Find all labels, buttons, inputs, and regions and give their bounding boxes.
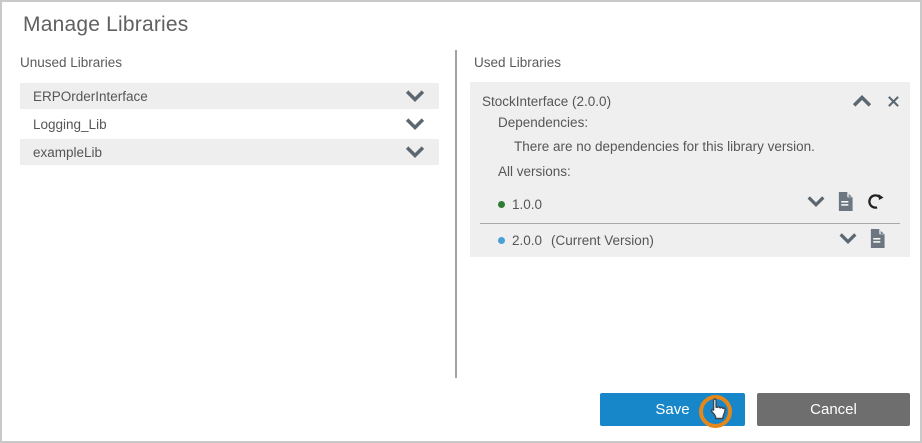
version-divider: [480, 223, 900, 224]
chevron-up-icon[interactable]: [851, 94, 873, 108]
panel-divider: [455, 50, 457, 378]
restore-version-icon[interactable]: [865, 191, 886, 217]
library-name: exampleLib: [20, 145, 404, 160]
used-libraries-label: Used Libraries: [474, 55, 561, 70]
version-number: 2.0.0: [512, 233, 542, 248]
page-title: Manage Libraries: [23, 13, 188, 37]
library-name: Logging_Lib: [20, 117, 404, 132]
all-versions-label: All versions:: [498, 164, 571, 179]
manage-libraries-dialog: Manage Libraries Unused Libraries ERPOrd…: [0, 0, 922, 443]
chevron-down-icon[interactable]: [404, 145, 426, 159]
chevron-down-icon[interactable]: [838, 232, 858, 250]
current-version-note: (Current Version): [551, 233, 654, 248]
save-button[interactable]: Save: [600, 393, 745, 426]
used-library-title: StockInterface (2.0.0): [482, 94, 851, 109]
dependencies-text: There are no dependencies for this libra…: [514, 139, 815, 154]
version-row[interactable]: 1.0.0: [498, 188, 886, 220]
used-library-header[interactable]: StockInterface (2.0.0): [482, 90, 900, 112]
version-number: 1.0.0: [512, 197, 542, 212]
unused-library-row[interactable]: Logging_Lib: [20, 111, 439, 137]
remove-library-x-icon[interactable]: [887, 95, 900, 108]
document-icon[interactable]: [837, 191, 854, 217]
version-status-dot: [498, 201, 505, 208]
version-row[interactable]: 2.0.0 (Current Version): [498, 225, 886, 256]
chevron-down-icon[interactable]: [806, 195, 826, 213]
used-library-card: StockInterface (2.0.0) Dependencies: The…: [470, 82, 910, 257]
chevron-down-icon[interactable]: [404, 117, 426, 131]
unused-libraries-label: Unused Libraries: [20, 55, 122, 70]
dependencies-label: Dependencies:: [498, 115, 588, 130]
chevron-down-icon[interactable]: [404, 89, 426, 103]
unused-library-row[interactable]: ERPOrderInterface: [20, 83, 439, 109]
version-status-dot: [498, 237, 505, 244]
unused-library-row[interactable]: exampleLib: [20, 139, 439, 165]
document-icon[interactable]: [869, 228, 886, 254]
cancel-button[interactable]: Cancel: [757, 393, 910, 426]
library-name: ERPOrderInterface: [20, 89, 404, 104]
